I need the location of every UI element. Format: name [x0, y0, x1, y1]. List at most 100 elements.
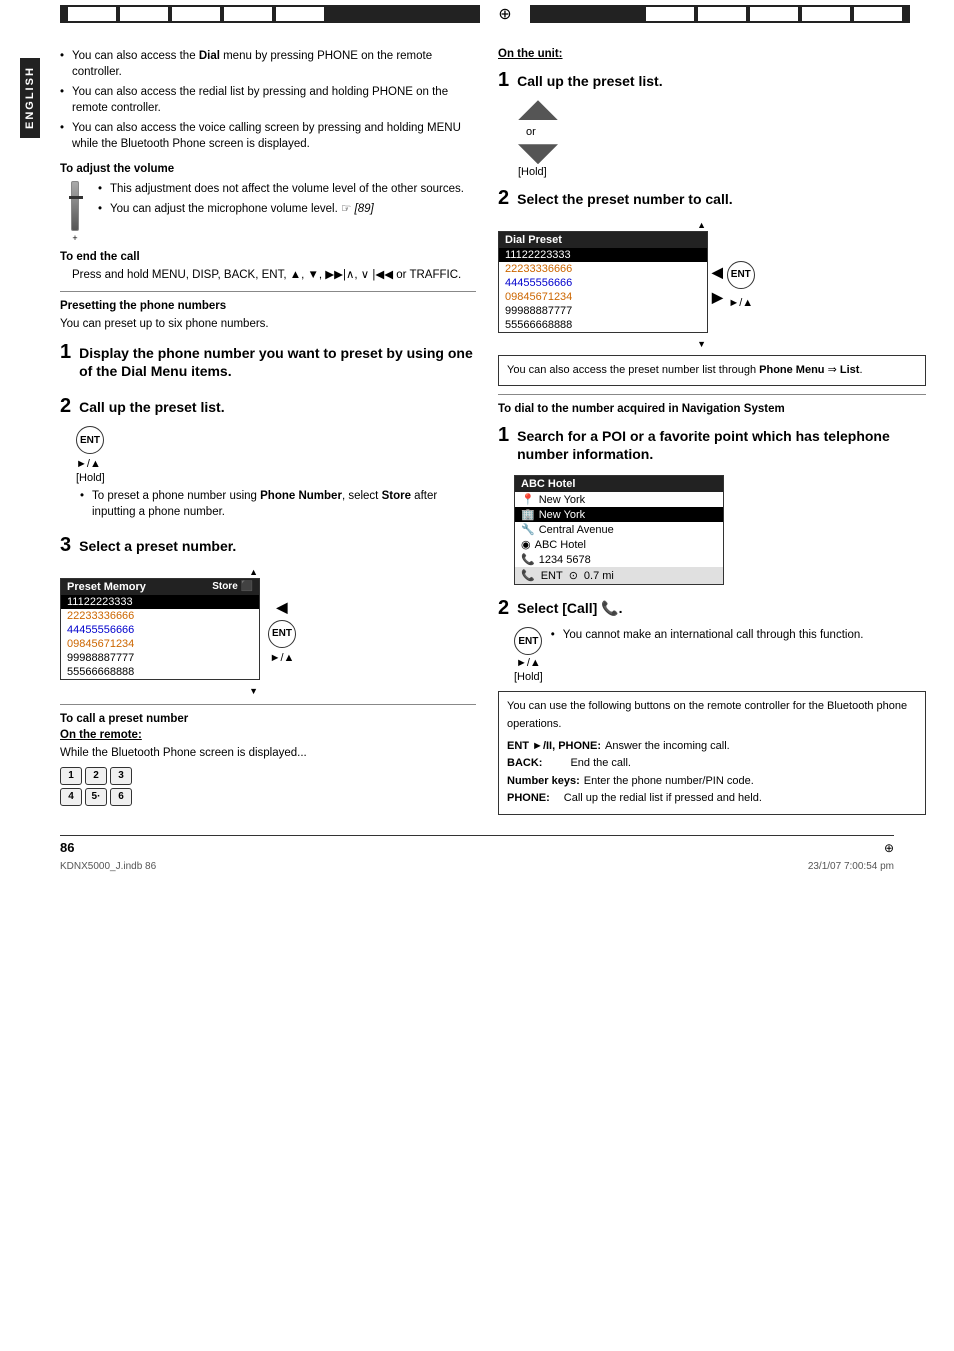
volume-box: + This adjustment does not affect the vo…: [60, 181, 476, 243]
left-column: You can also access the Dial menu by pre…: [60, 38, 490, 825]
dial-table-container: ▲ Dial Preset 11122223333 22233336666 44…: [498, 220, 708, 349]
tb-block-2: [120, 7, 168, 21]
hold-text-right: [Hold]: [518, 166, 547, 178]
step3-number: 3: [60, 534, 71, 557]
building-icon: 🏢: [521, 508, 535, 521]
bottom-section: 86 ⊕: [0, 836, 954, 859]
play-label-dial: ►/▲: [728, 297, 753, 309]
remote-item-4: PHONE: Call up the redial list if presse…: [507, 790, 917, 808]
ent-label-dial: ENT: [731, 269, 751, 280]
top-bullets: You can also access the Dial menu by pre…: [60, 48, 476, 153]
key-2[interactable]: 2: [85, 767, 107, 785]
footer-date: 23/1/07 7:00:54 pm: [808, 861, 894, 872]
language-label: ENGLISH: [20, 58, 40, 138]
step3-text: Select a preset number.: [79, 537, 236, 555]
step1-nav-number: 1: [498, 424, 509, 447]
ent-button-step2[interactable]: ENT: [76, 426, 104, 454]
store-label: Store ⬛: [212, 581, 253, 592]
pin-icon: 📍: [521, 493, 535, 506]
abc-footer-dist: 0.7 mi: [584, 570, 614, 582]
divider-right-1: [498, 394, 926, 395]
preset-up-arrow: ▲: [60, 567, 260, 577]
remote-key-2: BACK:: [507, 755, 542, 773]
top-center-symbol: ⊕: [480, 4, 530, 24]
abc-row-1-text: New York: [539, 494, 585, 506]
abc-footer-dist-icon: ⊙: [569, 569, 578, 582]
tb-block-1: [68, 7, 116, 21]
preset-with-nav: ▲ Preset Memory Store ⬛ 11122223333 2223…: [60, 567, 476, 696]
dial-preset-table: Dial Preset 11122223333 22233336666 4445…: [498, 231, 708, 333]
step1-number: 1: [60, 341, 71, 364]
remote-key-3: Number keys:: [507, 773, 580, 791]
tb-block-r4: [802, 7, 850, 21]
step3-left-container: 3 Select a preset number.: [60, 531, 476, 561]
volume-notch: [69, 196, 83, 199]
footer-info: KDNX5000_J.indb 86 23/1/07 7:00:54 pm: [0, 859, 954, 874]
key-5[interactable]: 5·: [85, 788, 107, 806]
tb-block-3: [172, 7, 220, 21]
preset-table-container: ▲ Preset Memory Store ⬛ 11122223333 2223…: [60, 567, 260, 696]
remote-key-1: ENT ►/II, PHONE:: [507, 738, 601, 756]
volume-bullet-2: You can adjust the microphone volume lev…: [98, 201, 464, 217]
step2-nav-bullets: You cannot make an international call th…: [551, 627, 864, 647]
end-call-text: Press and hold MENU, DISP, BACK, ENT, ▲,…: [60, 267, 476, 283]
remote-item-3: Number keys: Enter the phone number/PIN …: [507, 773, 917, 791]
step1-nav-container: 1 Search for a POI or a favorite point w…: [498, 421, 926, 469]
abc-row-5: 📞 1234 5678: [515, 552, 723, 567]
dial-row-2: 22233336666: [499, 262, 707, 276]
footer-file: KDNX5000_J.indb 86: [60, 861, 156, 872]
left-sidebar: ENGLISH: [0, 38, 60, 825]
down-arrow-btn[interactable]: [518, 144, 558, 164]
step2-bullet-1: To preset a phone number using Phone Num…: [80, 488, 476, 520]
preset-row-6: 55566668888: [61, 665, 259, 679]
step2-right-text: Select the preset number to call.: [517, 190, 733, 208]
key-1[interactable]: 1: [60, 767, 82, 785]
step2-nav-ent: ENT ►/▲ [Hold]: [514, 627, 543, 683]
step2-nav-bullet: You cannot make an international call th…: [551, 627, 864, 643]
key-3[interactable]: 3: [110, 767, 132, 785]
ent-button-preset[interactable]: ENT: [268, 620, 296, 648]
up-arrow-btn[interactable]: [518, 100, 558, 120]
remote-desc-1: Answer the incoming call.: [605, 738, 730, 756]
on-remote-label: On the remote:: [60, 729, 476, 741]
abc-footer-ent: ENT: [541, 570, 563, 582]
abc-row-4-text: ABC Hotel: [535, 539, 586, 551]
dial-row-6: 55566668888: [499, 318, 707, 332]
abc-table: ABC Hotel 📍 New York 🏢 New York 🔧 Centra…: [514, 475, 724, 585]
ent-button-dial[interactable]: ENT: [727, 261, 755, 289]
phone-icon-table: 📞: [521, 553, 535, 566]
preset-table: Preset Memory Store ⬛ 11122223333 222333…: [60, 578, 260, 680]
remote-desc-2: End the call.: [570, 755, 631, 773]
or-text: or: [526, 126, 536, 138]
key-4[interactable]: 4: [60, 788, 82, 806]
dial-row-1: 11122223333: [499, 248, 707, 262]
tb-block-r2: [698, 7, 746, 21]
dial-down-arrow: ▼: [498, 339, 708, 349]
abc-row-4: ◉ ABC Hotel: [515, 537, 723, 552]
step1-right-number: 1: [498, 69, 509, 92]
remote-info-items: ENT ►/II, PHONE: Answer the incoming cal…: [507, 738, 917, 808]
step2-nav-number: 2: [498, 597, 509, 620]
right-column: On the unit: 1 Call up the preset list. …: [490, 38, 940, 825]
bullet-3: You can also access the voice calling sc…: [60, 120, 476, 152]
key-6[interactable]: 6: [110, 788, 132, 806]
step2-bullets: To preset a phone number using Phone Num…: [60, 488, 476, 520]
preset-row-5: 99988887777: [61, 651, 259, 665]
tb-block-r1: [646, 7, 694, 21]
preset-row-3: 44455556666: [61, 623, 259, 637]
number-keys: 1 2 3 4 5· 6: [60, 767, 476, 806]
preset-call-heading: To call a preset number: [60, 713, 476, 725]
top-border-right-decoration: [638, 7, 910, 21]
step1-left-container: 1 Display the phone number you want to p…: [60, 338, 476, 386]
play-label-nav: ►/▲: [516, 657, 541, 669]
dial-row-3: 44455556666: [499, 276, 707, 290]
remote-desc-4: Call up the redial list if pressed and h…: [564, 790, 762, 808]
dial-up-arrow: ▲: [498, 220, 708, 230]
ent-button-nav[interactable]: ENT: [514, 627, 542, 655]
preset-down-arrow: ▼: [60, 686, 260, 696]
tb-block-4: [224, 7, 272, 21]
step2-nav-text: Select [Call] 📞.: [517, 599, 622, 617]
ent-label-nav: ENT: [518, 636, 538, 647]
dial-left-arrow: ◀: [712, 264, 723, 281]
abc-row-3-text: Central Avenue: [539, 524, 614, 536]
